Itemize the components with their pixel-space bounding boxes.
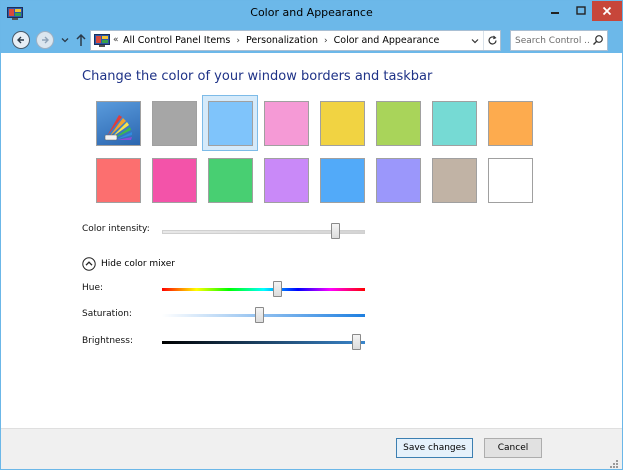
chevron-up-circle-icon	[82, 257, 96, 271]
color-swatch-violet[interactable]	[258, 152, 314, 208]
color-swatch-red[interactable]	[90, 152, 146, 208]
color-swatch-pink[interactable]	[258, 95, 314, 151]
search-icon[interactable]	[592, 34, 604, 46]
search-input[interactable]	[515, 33, 589, 48]
forward-button[interactable]	[36, 31, 54, 49]
color-swatch-fill[interactable]	[375, 157, 421, 203]
breadcrumb-item-personalization[interactable]: Personalization	[246, 35, 318, 46]
color-swatch-white[interactable]	[482, 152, 538, 208]
breadcrumb-separator-icon[interactable]: ›	[324, 36, 328, 46]
color-swatch-fill[interactable]	[151, 100, 197, 146]
up-arrow-icon[interactable]	[75, 33, 87, 47]
resize-grip-icon[interactable]	[607, 457, 619, 469]
dialog-footer: Save changes Cancel	[1, 428, 622, 469]
color-swatch-fill[interactable]	[95, 157, 141, 203]
refresh-icon	[488, 35, 497, 45]
recent-locations-chevron-icon[interactable]	[61, 36, 69, 44]
color-swatch-fill[interactable]	[263, 157, 309, 203]
breadcrumb-item-all-control-panel-items[interactable]: All Control Panel Items	[123, 35, 230, 46]
saturation-thumb[interactable]	[255, 307, 264, 323]
close-icon	[602, 6, 612, 16]
breadcrumb: All Control Panel Items › Personalizatio…	[123, 35, 439, 46]
color-swatch-taupe[interactable]	[426, 152, 482, 208]
color-swatch-fill[interactable]	[431, 157, 477, 203]
color-swatch-fill[interactable]	[375, 100, 421, 146]
window-title: Color and Appearance	[250, 6, 373, 19]
color-swatch-automatic[interactable]	[90, 95, 146, 151]
brightness-thumb[interactable]	[352, 334, 361, 350]
minimize-button[interactable]	[542, 1, 568, 21]
minimize-icon	[551, 12, 559, 14]
color-swatch-fill[interactable]	[263, 100, 309, 146]
color-swatch-yellow[interactable]	[314, 95, 370, 151]
color-swatch-fill[interactable]	[207, 100, 253, 146]
color-intensity-slider[interactable]	[162, 221, 365, 241]
breadcrumb-item-color-and-appearance[interactable]: Color and Appearance	[334, 35, 440, 46]
color-intensity-thumb[interactable]	[331, 223, 340, 239]
content-pane: Change the color of your window borders …	[1, 53, 622, 428]
saturation-slider[interactable]	[162, 306, 365, 326]
back-arrow-icon	[17, 36, 24, 44]
hue-label: Hue:	[82, 283, 104, 293]
color-swatch-magenta[interactable]	[146, 152, 202, 208]
brightness-label: Brightness:	[82, 336, 133, 346]
hue-track[interactable]	[162, 288, 365, 291]
hide-color-mixer-button[interactable]: Hide color mixer	[82, 257, 175, 271]
color-swatch-fill[interactable]	[487, 100, 533, 146]
color-swatch-fill[interactable]	[207, 157, 253, 203]
color-swatch-row-1	[90, 95, 538, 151]
color-swatch-teal[interactable]	[426, 95, 482, 151]
color-swatch-fill[interactable]	[487, 157, 533, 203]
address-bar[interactable]: « All Control Panel Items › Personalizat…	[90, 30, 501, 51]
color-swatch-blue[interactable]	[314, 152, 370, 208]
page-heading: Change the color of your window borders …	[82, 69, 433, 84]
breadcrumb-separator-icon[interactable]: ›	[236, 36, 240, 46]
color-swatch-orange[interactable]	[482, 95, 538, 151]
breadcrumb-overflow[interactable]: «	[113, 35, 119, 45]
color-swatch-periwinkle[interactable]	[370, 152, 426, 208]
automatic-color-palette-icon	[104, 114, 132, 140]
hide-color-mixer-label: Hide color mixer	[101, 259, 175, 269]
color-swatch-fill[interactable]	[319, 100, 365, 146]
search-box[interactable]	[510, 30, 608, 51]
hue-thumb[interactable]	[273, 281, 282, 297]
refresh-button[interactable]	[483, 31, 501, 50]
control-panel-icon	[94, 34, 110, 47]
navigation-bar: « All Control Panel Items › Personalizat…	[1, 27, 622, 53]
back-button[interactable]	[12, 31, 30, 49]
brightness-track[interactable]	[162, 341, 365, 344]
color-swatch-fill[interactable]	[431, 100, 477, 146]
hue-slider[interactable]	[162, 280, 365, 300]
color-swatch-fill[interactable]	[319, 157, 365, 203]
color-and-appearance-window: Color and Appearance « All Control Panel…	[0, 0, 623, 470]
saturation-label: Saturation:	[82, 309, 132, 319]
cancel-button[interactable]: Cancel	[484, 438, 542, 458]
title-bar[interactable]: Color and Appearance	[1, 1, 622, 27]
color-swatch-gray[interactable]	[146, 95, 202, 151]
color-swatch-row-2	[90, 152, 538, 208]
address-dropdown-chevron-icon[interactable]	[469, 35, 481, 47]
maximize-icon	[576, 6, 586, 15]
color-swatch-sky[interactable]	[202, 95, 258, 151]
forward-arrow-icon	[42, 36, 49, 44]
brightness-slider[interactable]	[162, 333, 365, 353]
color-swatch-green[interactable]	[202, 152, 258, 208]
color-swatch-fill[interactable]	[95, 100, 141, 146]
maximize-button[interactable]	[568, 1, 594, 21]
color-swatch-lime[interactable]	[370, 95, 426, 151]
close-button[interactable]	[592, 1, 622, 21]
color-swatch-fill[interactable]	[151, 157, 197, 203]
color-intensity-label: Color intensity:	[82, 224, 150, 234]
save-changes-button[interactable]: Save changes	[396, 438, 473, 458]
